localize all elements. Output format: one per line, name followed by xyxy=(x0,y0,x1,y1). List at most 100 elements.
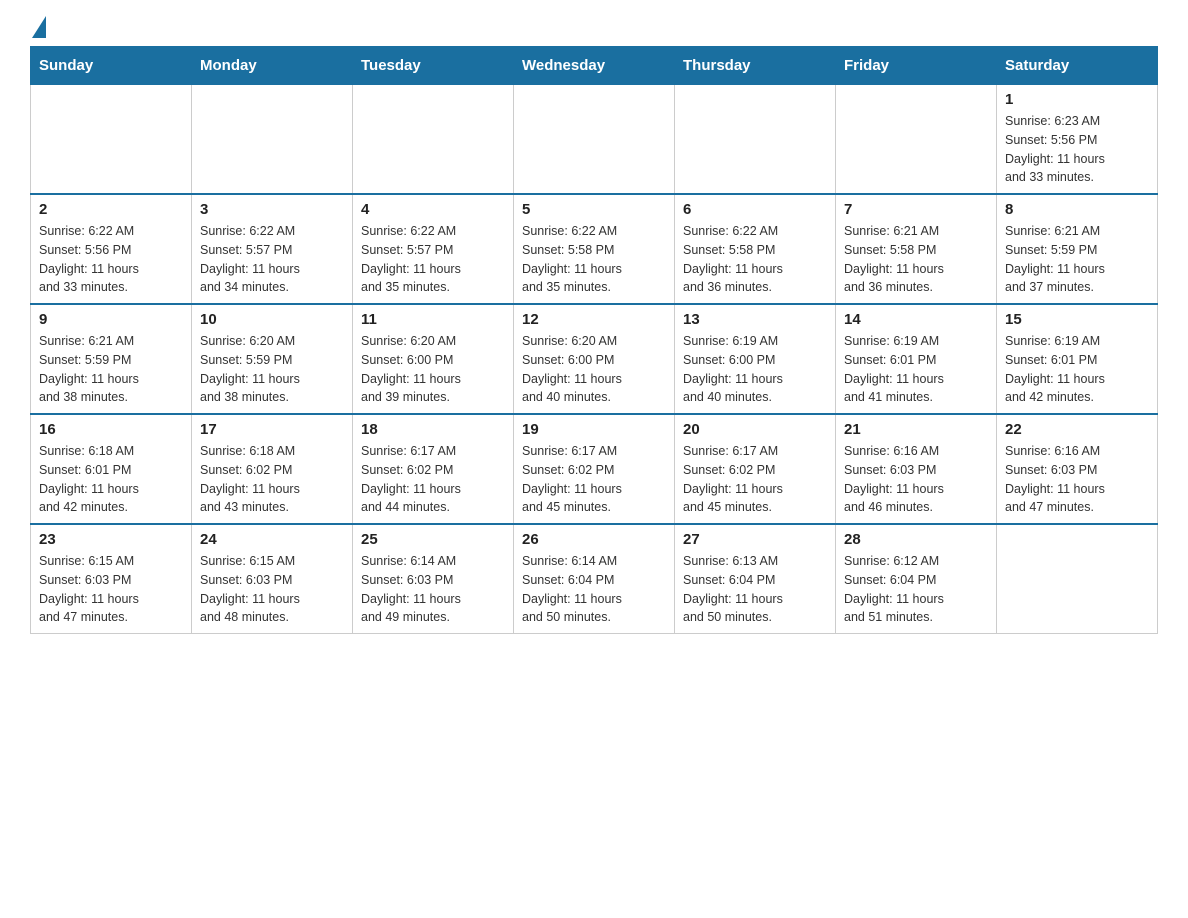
calendar-day-cell: 20Sunrise: 6:17 AM Sunset: 6:02 PM Dayli… xyxy=(675,414,836,524)
day-number: 8 xyxy=(1005,201,1149,218)
day-number: 12 xyxy=(522,311,666,328)
weekday-header-friday: Friday xyxy=(836,47,997,85)
day-number: 16 xyxy=(39,421,183,438)
day-info: Sunrise: 6:22 AM Sunset: 5:58 PM Dayligh… xyxy=(522,222,666,297)
calendar-week-row: 9 Sunrise: 6:21 AM Sunset: 5:59 PM Daylig… xyxy=(31,304,1158,414)
calendar-day-cell: 19 Sunrise: 6:17 AM Sunset: 6:02 PM Dayli… xyxy=(514,414,675,524)
day-number: 15 xyxy=(1005,311,1149,328)
day-info: Sunrise: 6:14 AM Sunset: 6:03 PM Dayligh… xyxy=(361,552,505,627)
day-number: 13 xyxy=(683,311,827,328)
calendar-day-cell: 17 Sunrise: 6:18 AM Sunset: 6:02 PM Dayli… xyxy=(192,414,353,524)
calendar-day-cell xyxy=(192,85,353,195)
day-info: Sunrise: 6:13 AM Sunset: 6:04 PM Dayligh… xyxy=(683,552,827,627)
day-info: Sunrise: 6:19 AM Sunset: 6:00 PM Dayligh… xyxy=(683,332,827,407)
day-number: 28 xyxy=(844,531,988,548)
day-info: Sunrise: 6:20 AM Sunset: 6:00 PM Dayligh… xyxy=(522,332,666,407)
day-info: Sunrise: 6:21 AM Sunset: 5:58 PM Dayligh… xyxy=(844,222,988,297)
calendar-day-cell: 1 Sunrise: 6:23 AM Sunset: 5:56 PM Daylig… xyxy=(997,85,1158,195)
day-number: 9 xyxy=(39,311,183,328)
day-number: 22 xyxy=(1005,421,1149,438)
page-header xyxy=(30,20,1158,36)
weekday-header-monday: Monday xyxy=(192,47,353,85)
calendar-day-cell xyxy=(31,85,192,195)
calendar-day-cell: 16 Sunrise: 6:18 AM Sunset: 6:01 PM Dayli… xyxy=(31,414,192,524)
day-number: 6 xyxy=(683,201,827,218)
calendar-day-cell: 8 Sunrise: 6:21 AM Sunset: 5:59 PM Daylig… xyxy=(997,194,1158,304)
calendar-week-row: 16 Sunrise: 6:18 AM Sunset: 6:01 PM Dayli… xyxy=(31,414,1158,524)
calendar-day-cell xyxy=(675,85,836,195)
calendar-day-cell: 6Sunrise: 6:22 AM Sunset: 5:58 PM Daylig… xyxy=(675,194,836,304)
day-number: 14 xyxy=(844,311,988,328)
calendar-day-cell: 23 Sunrise: 6:15 AM Sunset: 6:03 PM Dayli… xyxy=(31,524,192,634)
day-number: 5 xyxy=(522,201,666,218)
day-number: 19 xyxy=(522,421,666,438)
day-number: 7 xyxy=(844,201,988,218)
calendar-day-cell: 3Sunrise: 6:22 AM Sunset: 5:57 PM Daylig… xyxy=(192,194,353,304)
day-number: 10 xyxy=(200,311,344,328)
day-info: Sunrise: 6:19 AM Sunset: 6:01 PM Dayligh… xyxy=(1005,332,1149,407)
day-number: 1 xyxy=(1005,91,1149,108)
day-info: Sunrise: 6:18 AM Sunset: 6:01 PM Dayligh… xyxy=(39,442,183,517)
day-info: Sunrise: 6:12 AM Sunset: 6:04 PM Dayligh… xyxy=(844,552,988,627)
day-info: Sunrise: 6:16 AM Sunset: 6:03 PM Dayligh… xyxy=(844,442,988,517)
day-info: Sunrise: 6:22 AM Sunset: 5:57 PM Dayligh… xyxy=(200,222,344,297)
day-number: 2 xyxy=(39,201,183,218)
day-info: Sunrise: 6:21 AM Sunset: 5:59 PM Dayligh… xyxy=(1005,222,1149,297)
calendar-day-cell: 10 Sunrise: 6:20 AM Sunset: 5:59 PM Dayli… xyxy=(192,304,353,414)
day-info: Sunrise: 6:18 AM Sunset: 6:02 PM Dayligh… xyxy=(200,442,344,517)
day-info: Sunrise: 6:15 AM Sunset: 6:03 PM Dayligh… xyxy=(200,552,344,627)
calendar-day-cell: 22 Sunrise: 6:16 AM Sunset: 6:03 PM Dayli… xyxy=(997,414,1158,524)
day-info: Sunrise: 6:17 AM Sunset: 6:02 PM Dayligh… xyxy=(522,442,666,517)
calendar-day-cell: 12 Sunrise: 6:20 AM Sunset: 6:00 PM Dayli… xyxy=(514,304,675,414)
day-number: 21 xyxy=(844,421,988,438)
weekday-header-tuesday: Tuesday xyxy=(353,47,514,85)
weekday-header-thursday: Thursday xyxy=(675,47,836,85)
day-number: 24 xyxy=(200,531,344,548)
day-info: Sunrise: 6:19 AM Sunset: 6:01 PM Dayligh… xyxy=(844,332,988,407)
calendar-day-cell: 25 Sunrise: 6:14 AM Sunset: 6:03 PM Dayli… xyxy=(353,524,514,634)
day-number: 20 xyxy=(683,421,827,438)
calendar-day-cell: 15 Sunrise: 6:19 AM Sunset: 6:01 PM Dayli… xyxy=(997,304,1158,414)
day-info: Sunrise: 6:22 AM Sunset: 5:56 PM Dayligh… xyxy=(39,222,183,297)
day-number: 11 xyxy=(361,311,505,328)
logo-triangle-icon xyxy=(32,16,46,38)
calendar-week-row: 1 Sunrise: 6:23 AM Sunset: 5:56 PM Daylig… xyxy=(31,85,1158,195)
day-info: Sunrise: 6:17 AM Sunset: 6:02 PM Dayligh… xyxy=(361,442,505,517)
day-number: 23 xyxy=(39,531,183,548)
day-info: Sunrise: 6:15 AM Sunset: 6:03 PM Dayligh… xyxy=(39,552,183,627)
weekday-header-saturday: Saturday xyxy=(997,47,1158,85)
calendar-day-cell: 9 Sunrise: 6:21 AM Sunset: 5:59 PM Daylig… xyxy=(31,304,192,414)
calendar-day-cell: 21 Sunrise: 6:16 AM Sunset: 6:03 PM Dayli… xyxy=(836,414,997,524)
calendar-day-cell xyxy=(514,85,675,195)
calendar-day-cell: 2 Sunrise: 6:22 AM Sunset: 5:56 PM Daylig… xyxy=(31,194,192,304)
calendar-day-cell xyxy=(353,85,514,195)
day-info: Sunrise: 6:20 AM Sunset: 6:00 PM Dayligh… xyxy=(361,332,505,407)
day-number: 17 xyxy=(200,421,344,438)
day-info: Sunrise: 6:22 AM Sunset: 5:57 PM Dayligh… xyxy=(361,222,505,297)
day-info: Sunrise: 6:20 AM Sunset: 5:59 PM Dayligh… xyxy=(200,332,344,407)
calendar-day-cell xyxy=(836,85,997,195)
calendar-week-row: 2 Sunrise: 6:22 AM Sunset: 5:56 PM Daylig… xyxy=(31,194,1158,304)
day-number: 4 xyxy=(361,201,505,218)
logo xyxy=(30,20,46,36)
day-info: Sunrise: 6:16 AM Sunset: 6:03 PM Dayligh… xyxy=(1005,442,1149,517)
calendar-day-cell xyxy=(997,524,1158,634)
day-info: Sunrise: 6:23 AM Sunset: 5:56 PM Dayligh… xyxy=(1005,112,1149,187)
calendar-day-cell: 5 Sunrise: 6:22 AM Sunset: 5:58 PM Daylig… xyxy=(514,194,675,304)
weekday-header-row: SundayMondayTuesdayWednesdayThursdayFrid… xyxy=(31,47,1158,85)
calendar-week-row: 23 Sunrise: 6:15 AM Sunset: 6:03 PM Dayli… xyxy=(31,524,1158,634)
calendar-day-cell: 4 Sunrise: 6:22 AM Sunset: 5:57 PM Daylig… xyxy=(353,194,514,304)
weekday-header-sunday: Sunday xyxy=(31,47,192,85)
calendar-day-cell: 13 Sunrise: 6:19 AM Sunset: 6:00 PM Dayli… xyxy=(675,304,836,414)
calendar-day-cell: 11 Sunrise: 6:20 AM Sunset: 6:00 PM Dayli… xyxy=(353,304,514,414)
day-info: Sunrise: 6:21 AM Sunset: 5:59 PM Dayligh… xyxy=(39,332,183,407)
calendar-day-cell: 27Sunrise: 6:13 AM Sunset: 6:04 PM Dayli… xyxy=(675,524,836,634)
calendar-day-cell: 18Sunrise: 6:17 AM Sunset: 6:02 PM Dayli… xyxy=(353,414,514,524)
calendar-table: SundayMondayTuesdayWednesdayThursdayFrid… xyxy=(30,46,1158,634)
day-number: 25 xyxy=(361,531,505,548)
day-number: 26 xyxy=(522,531,666,548)
day-info: Sunrise: 6:14 AM Sunset: 6:04 PM Dayligh… xyxy=(522,552,666,627)
calendar-day-cell: 28 Sunrise: 6:12 AM Sunset: 6:04 PM Dayli… xyxy=(836,524,997,634)
weekday-header-wednesday: Wednesday xyxy=(514,47,675,85)
calendar-day-cell: 24 Sunrise: 6:15 AM Sunset: 6:03 PM Dayli… xyxy=(192,524,353,634)
